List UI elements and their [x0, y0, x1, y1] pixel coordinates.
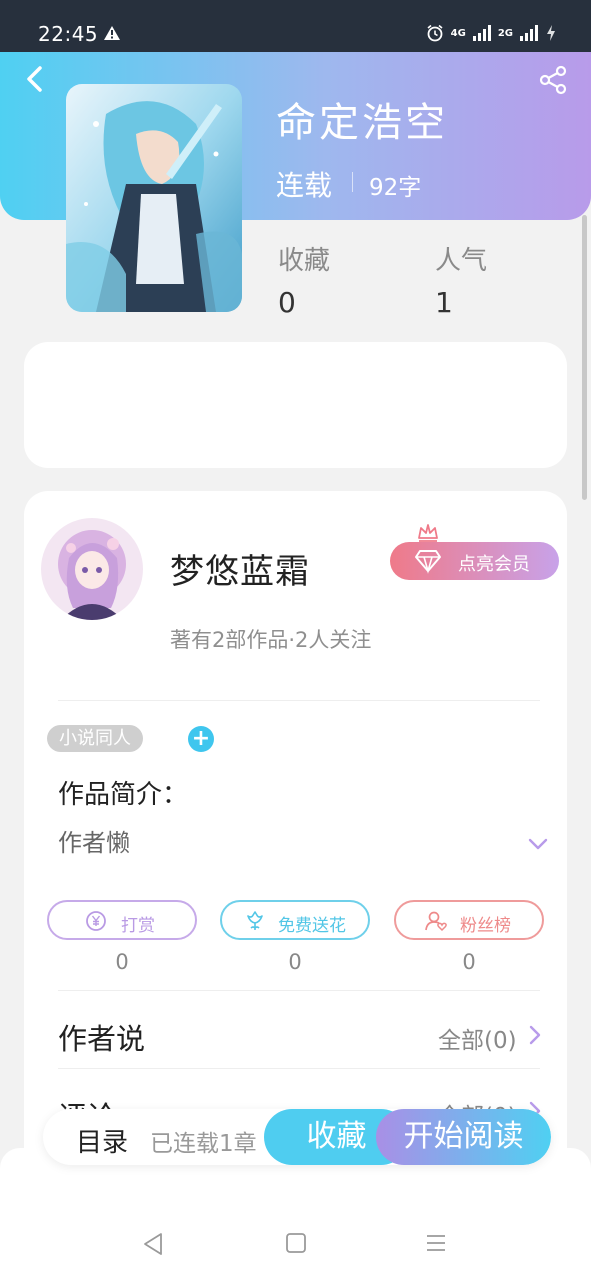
tip-button[interactable]: 打赏 [47, 900, 197, 940]
author-avatar[interactable] [41, 518, 143, 620]
reading-action-bar: 目录 已连载1章 收藏 开始阅读 [43, 1109, 551, 1165]
charging-icon [547, 25, 555, 41]
status-indicators: 4G 2G [426, 24, 557, 42]
fan-ranking-button[interactable]: 粉丝榜 [394, 900, 544, 940]
nav-menu-icon[interactable] [425, 1232, 447, 1254]
author-says-title: 作者说 [58, 1022, 146, 1056]
yen-coin-icon [86, 911, 106, 931]
flower-icon [247, 911, 263, 930]
scrollbar[interactable] [582, 215, 587, 500]
share-icon[interactable] [537, 64, 569, 96]
author-meta: 著有2部作品·2人关注 [170, 628, 372, 652]
divider [352, 172, 353, 192]
send-flower-label: 免费送花 [278, 916, 346, 936]
divider [58, 1068, 540, 1069]
stat-favorites-label: 收藏 [278, 246, 331, 276]
back-icon[interactable] [18, 62, 54, 98]
warning-icon [104, 26, 120, 40]
alarm-icon [427, 24, 443, 42]
intro-label: 作品简介： [58, 780, 189, 810]
chapter-progress: 已连载1章 [150, 1131, 257, 1157]
stat-popularity-value: 1 [435, 286, 453, 319]
signal-icon [520, 25, 538, 41]
tip-label: 打赏 [121, 916, 155, 936]
system-nav-bar [0, 1148, 591, 1280]
start-reading-button[interactable]: 开始阅读 [376, 1109, 551, 1165]
send-flower-button[interactable]: 免费送花 [220, 900, 370, 940]
network-4g-label: 4G [450, 27, 466, 39]
fan-user-icon [425, 911, 447, 932]
book-cover[interactable] [66, 84, 242, 312]
book-word-count: 92字 [369, 175, 422, 201]
tip-count: 0 [115, 950, 129, 974]
network-2g-label: 2G [497, 27, 513, 39]
genre-tag[interactable]: 小说同人 [47, 725, 143, 752]
divider [58, 700, 540, 701]
chevron-right-icon[interactable] [528, 1024, 542, 1046]
vip-button-label: 点亮会员 [458, 554, 530, 575]
add-tag-button[interactable]: + [188, 726, 214, 752]
vip-button[interactable]: 点亮会员 [390, 542, 559, 580]
intro-text: 作者懒 [58, 829, 130, 857]
diamond-icon [415, 550, 441, 574]
author-says-more[interactable]: 全部(0) [438, 1021, 517, 1055]
stat-favorites-value: 0 [278, 286, 296, 319]
book-title: 命定浩空 [276, 100, 448, 146]
status-bar: 22:45 4G 2G [0, 0, 591, 52]
fan-ranking-label: 粉丝榜 [460, 916, 511, 936]
nav-home-icon[interactable] [285, 1232, 307, 1254]
nav-back-icon[interactable] [142, 1232, 164, 1256]
signal-icon [472, 25, 491, 41]
book-status: 连载 [276, 169, 333, 202]
table-of-contents-button[interactable]: 目录 [76, 1122, 128, 1159]
divider [58, 990, 540, 991]
empty-card [24, 342, 567, 468]
chevron-down-icon[interactable] [527, 836, 549, 852]
crown-icon [418, 524, 438, 542]
flower-count: 0 [288, 950, 302, 974]
status-time: 22:45 [38, 22, 99, 46]
fan-count: 0 [462, 950, 476, 974]
stat-popularity-label: 人气 [435, 246, 488, 276]
author-name[interactable]: 梦悠蓝霜 [170, 544, 310, 593]
